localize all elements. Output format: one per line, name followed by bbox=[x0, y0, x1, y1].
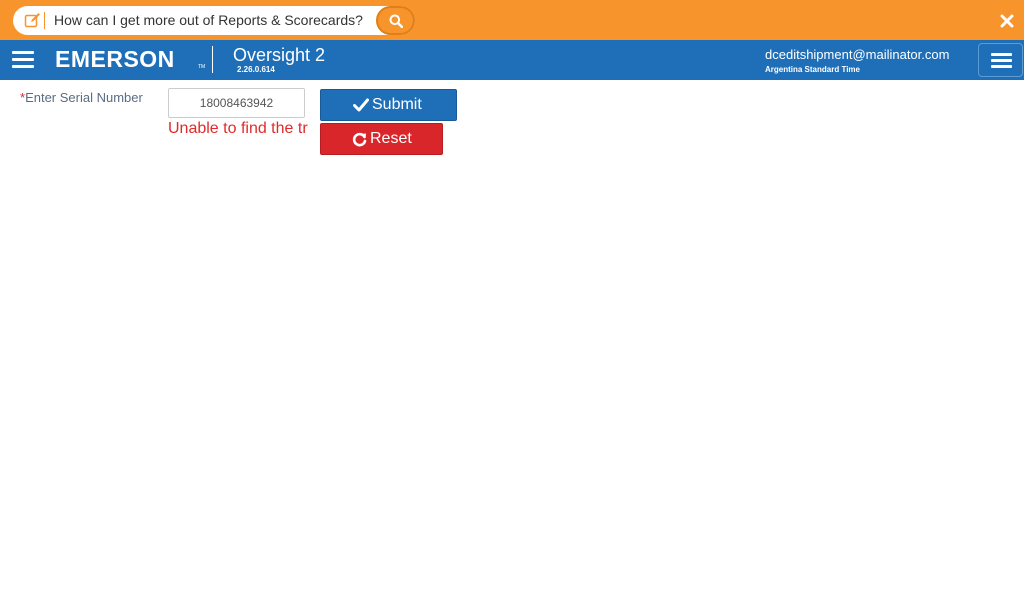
user-timezone: Argentina Standard Time bbox=[765, 65, 860, 74]
help-separator bbox=[44, 12, 45, 29]
user-email[interactable]: dceditshipment@mailinator.com bbox=[765, 47, 949, 63]
error-message: Unable to find the tr bbox=[168, 120, 308, 137]
check-icon bbox=[353, 98, 369, 112]
help-search-box[interactable]: How can I get more out of Reports & Scor… bbox=[13, 6, 415, 35]
help-search-text[interactable]: How can I get more out of Reports & Scor… bbox=[54, 12, 363, 29]
brand-divider bbox=[212, 46, 213, 73]
reset-button-label: Reset bbox=[370, 130, 412, 147]
hamburger-menu-icon[interactable] bbox=[12, 51, 34, 69]
app-title: Oversight 2 bbox=[233, 45, 326, 65]
brand-trademark: TM bbox=[198, 64, 206, 70]
app-version: 2.26.0.614 bbox=[237, 65, 275, 74]
account-menu-button[interactable] bbox=[978, 43, 1023, 77]
help-search-button[interactable] bbox=[376, 6, 415, 35]
search-icon bbox=[389, 14, 403, 28]
edit-icon bbox=[24, 13, 40, 28]
close-icon[interactable] bbox=[1000, 14, 1014, 28]
submit-button-label: Submit bbox=[372, 96, 422, 113]
brand-logo: EMERSON bbox=[55, 46, 175, 72]
reset-button[interactable]: Reset bbox=[320, 123, 443, 155]
serial-number-label-text: Enter Serial Number bbox=[25, 90, 143, 105]
serial-number-input[interactable] bbox=[168, 88, 305, 118]
serial-number-label: *Enter Serial Number bbox=[20, 90, 143, 106]
refresh-icon bbox=[352, 132, 367, 147]
submit-button[interactable]: Submit bbox=[320, 89, 457, 121]
help-bar: How can I get more out of Reports & Scor… bbox=[0, 0, 1024, 40]
top-navbar: EMERSON TM Oversight 2 2.26.0.614 dcedit… bbox=[0, 40, 1024, 80]
